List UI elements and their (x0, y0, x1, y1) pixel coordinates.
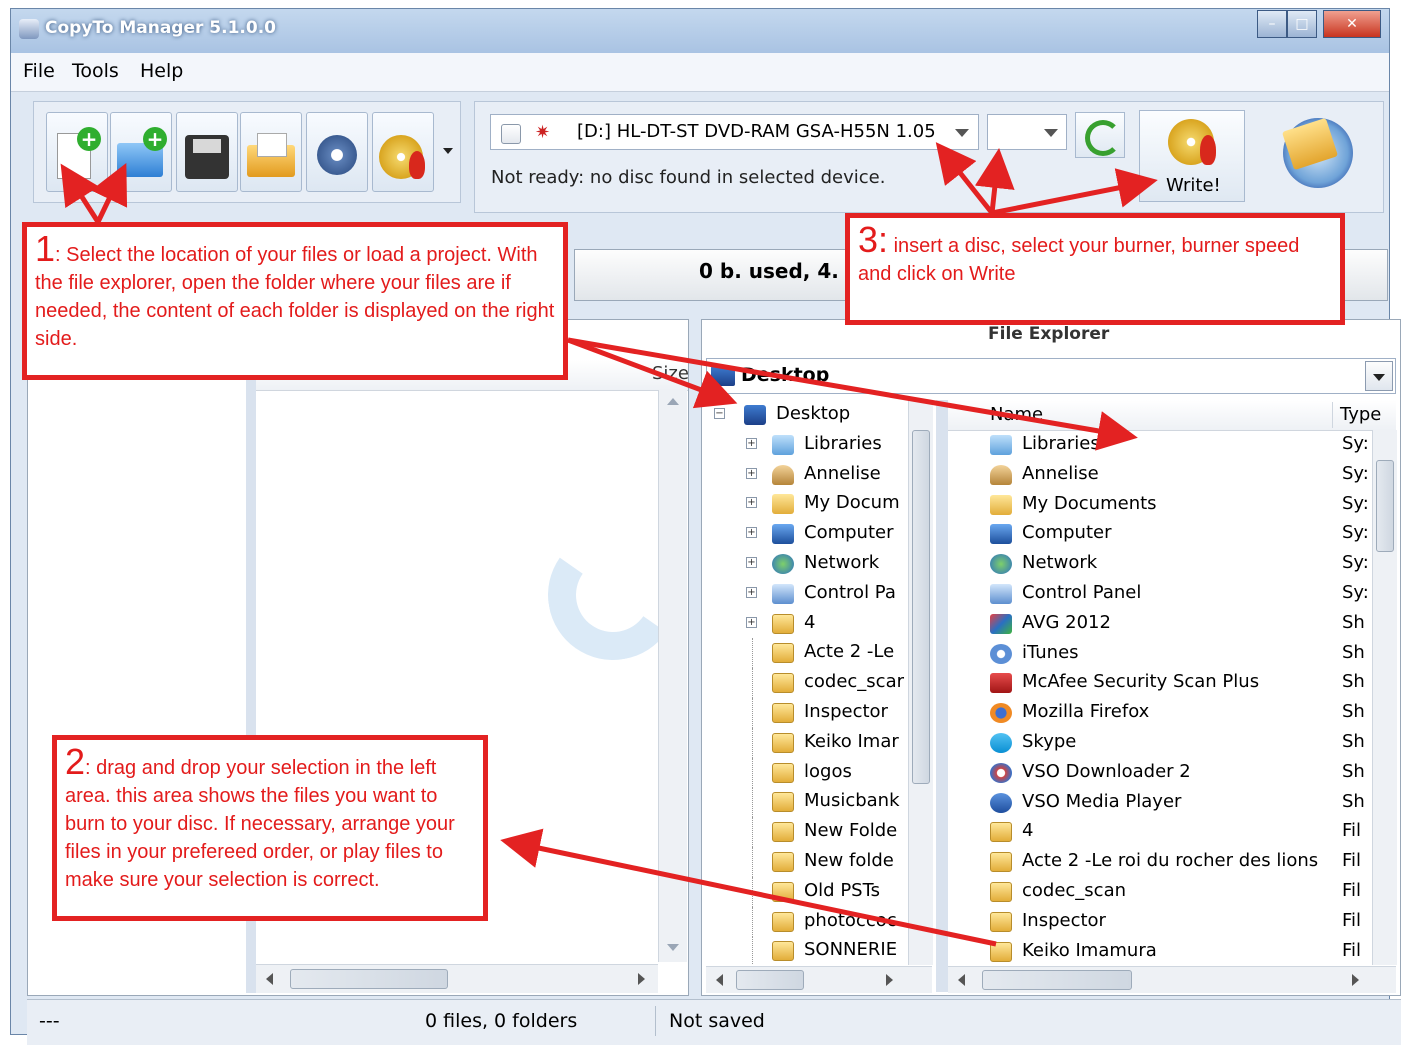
annotation-arrows (60, 142, 1158, 947)
arrow-2 (500, 828, 997, 947)
arrow-3b (974, 148, 1015, 214)
arrow-3c (991, 168, 1158, 216)
arrow-3a (935, 142, 994, 215)
arrow-1b (90, 162, 128, 224)
arrow-1a (60, 163, 101, 224)
arrow-1d (567, 337, 1138, 451)
arrow-1c (567, 337, 738, 409)
